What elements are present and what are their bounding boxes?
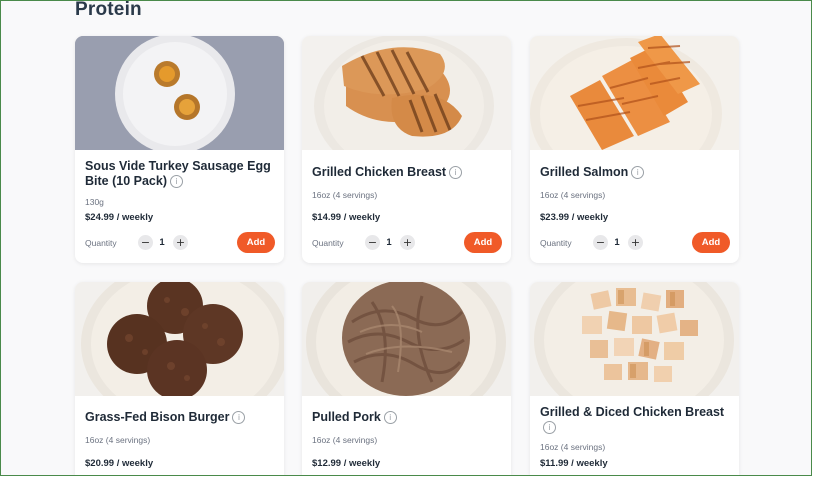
product-name: Grilled Chicken Breast i xyxy=(312,165,500,180)
product-size: 16oz (4 servings) xyxy=(540,442,606,452)
plus-icon[interactable]: + xyxy=(628,235,643,250)
product-price: $23.99 / weekly xyxy=(540,212,609,223)
product-size: 16oz (4 servings) xyxy=(540,190,606,200)
product-card-pulled-pork[interactable]: Pulled Pork i 16oz (4 servings) $12.99 / … xyxy=(302,282,511,475)
plus-icon[interactable]: + xyxy=(400,235,415,250)
product-price: $20.99 / weekly xyxy=(85,458,154,469)
info-icon[interactable]: i xyxy=(543,421,556,435)
product-name: Grass-Fed Bison Burger i xyxy=(85,410,273,425)
product-card-egg-bite[interactable]: Sous Vide Turkey Sausage Egg Bite (10 Pa… xyxy=(75,36,284,263)
quantity-value: 1 xyxy=(614,237,620,248)
info-icon[interactable]: i xyxy=(631,166,645,180)
product-size: 16oz (4 servings) xyxy=(85,435,151,445)
minus-icon[interactable]: − xyxy=(138,235,153,250)
product-image[interactable] xyxy=(302,282,511,396)
product-card-bison-burger[interactable]: Grass-Fed Bison Burger i 16oz (4 servings… xyxy=(75,282,284,475)
product-name: Grilled Salmon i xyxy=(540,165,728,180)
minus-icon[interactable]: − xyxy=(365,235,380,250)
product-size: 16oz (4 servings) xyxy=(312,435,378,445)
add-button[interactable]: Add xyxy=(692,232,730,253)
section-title: Protein xyxy=(75,0,142,20)
info-icon[interactable]: i xyxy=(449,166,463,180)
add-button[interactable]: Add xyxy=(464,232,502,253)
product-image[interactable] xyxy=(75,36,284,150)
quantity-label: Quantity xyxy=(85,238,117,248)
product-price: $11.99 / weekly xyxy=(540,458,608,469)
product-image[interactable] xyxy=(75,282,284,396)
info-icon[interactable]: i xyxy=(169,175,183,189)
product-card-grilled-chicken[interactable]: Grilled Chicken Breast i 16oz (4 servings… xyxy=(302,36,511,263)
quantity-value: 1 xyxy=(159,237,165,248)
product-image[interactable] xyxy=(530,282,739,396)
product-price: $24.99 / weekly xyxy=(85,212,154,223)
product-card-grilled-salmon[interactable]: Grilled Salmon i 16oz (4 servings) $23.99… xyxy=(530,36,739,263)
product-name: Grilled & Diced Chicken Breasti xyxy=(540,405,725,435)
product-price: $12.99 / weekly xyxy=(312,458,381,469)
minus-icon[interactable]: − xyxy=(593,235,608,250)
product-name: Pulled Pork i xyxy=(312,410,500,425)
add-button[interactable]: Add xyxy=(237,232,275,253)
product-image[interactable] xyxy=(302,36,511,150)
product-card-diced-chicken[interactable]: Grilled & Diced Chicken Breasti 16oz (4 … xyxy=(530,282,739,475)
quantity-value: 1 xyxy=(386,237,392,248)
info-icon[interactable]: i xyxy=(383,411,397,425)
product-name: Sous Vide Turkey Sausage Egg Bite (10 Pa… xyxy=(85,159,271,189)
quantity-label: Quantity xyxy=(312,238,344,248)
page-frame: Protein Sous Vide Turkey Sausage Egg Bit… xyxy=(0,0,812,476)
info-icon[interactable]: i xyxy=(232,411,246,425)
product-size: 16oz (4 servings) xyxy=(312,190,378,200)
product-size: 130g xyxy=(85,197,104,207)
quantity-label: Quantity xyxy=(540,238,572,248)
product-image[interactable] xyxy=(530,36,739,150)
plus-icon[interactable]: + xyxy=(173,235,188,250)
product-price: $14.99 / weekly xyxy=(312,212,381,223)
